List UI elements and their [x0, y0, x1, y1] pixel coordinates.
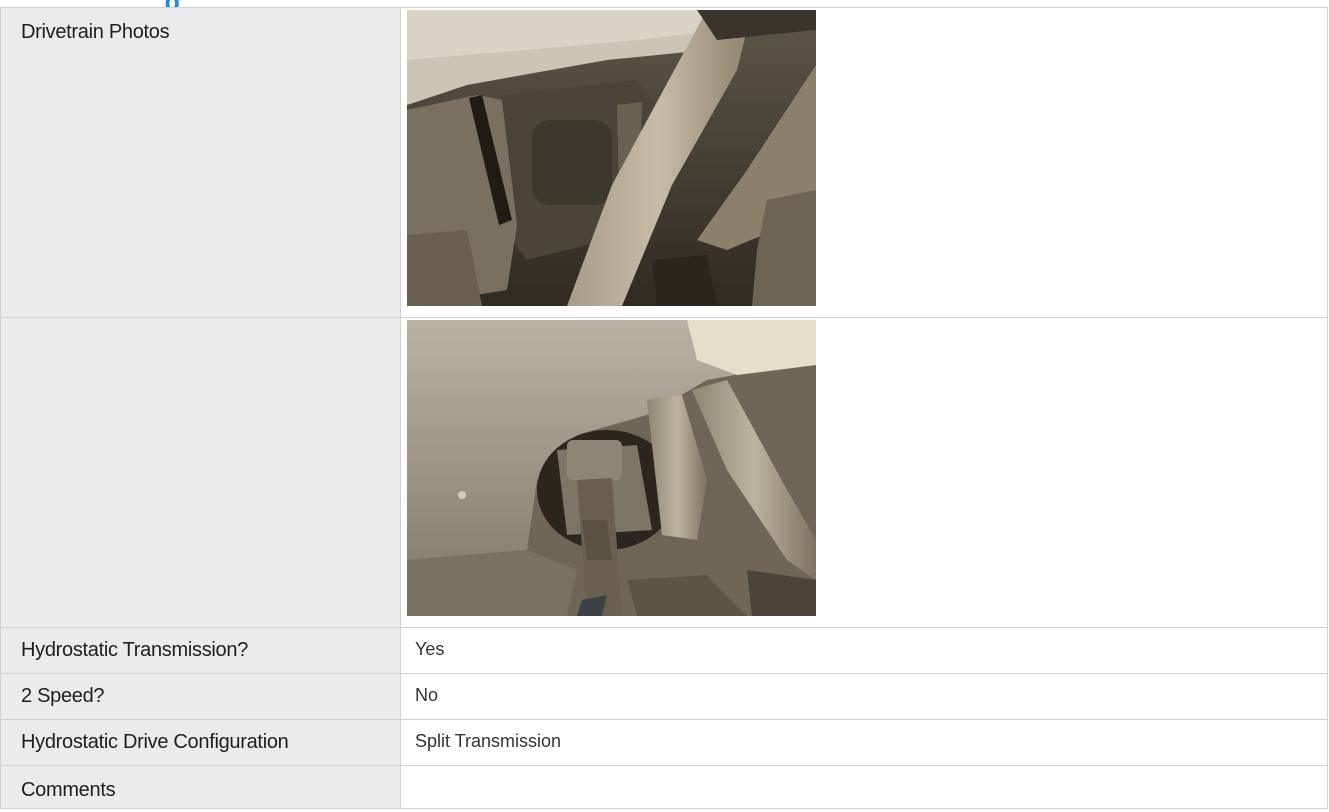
table-row: 2 Speed? No	[0, 673, 1328, 720]
photo-row-label	[1, 318, 400, 331]
row-value-cell	[400, 317, 1328, 628]
row-label-cell: 2 Speed?	[0, 673, 401, 720]
report-page: p Drivetrain Photos	[0, 0, 1329, 812]
drivetrain-photo-1[interactable]	[407, 10, 816, 306]
row-value-cell: No	[400, 673, 1328, 720]
row-label-cell: Hydrostatic Drive Configuration	[0, 719, 401, 766]
hydrostatic-transmission-value: Yes	[415, 639, 445, 659]
comments-label: Comments	[21, 779, 116, 801]
row-value-cell	[400, 7, 1328, 318]
row-label-cell: Comments	[0, 765, 401, 809]
row-value-cell	[400, 765, 1328, 809]
comments-value	[401, 766, 1327, 780]
drivetrain-table: Drivetrain Photos Hydrostatic Transmissi…	[0, 7, 1328, 809]
two-speed-value: No	[415, 685, 439, 705]
row-value-cell: Split Transmission	[400, 719, 1328, 766]
table-row: Comments	[0, 765, 1328, 809]
drivetrain-photo-2[interactable]	[407, 320, 816, 616]
row-value-cell: Yes	[400, 627, 1328, 674]
drive-configuration-value: Split Transmission	[415, 731, 562, 751]
row-label-cell	[0, 317, 401, 628]
row-label-cell: Drivetrain Photos	[0, 7, 401, 318]
table-row: Hydrostatic Transmission? Yes	[0, 627, 1328, 674]
drive-configuration-label: Hydrostatic Drive Configuration	[21, 731, 289, 753]
table-row: Hydrostatic Drive Configuration Split Tr…	[0, 719, 1328, 766]
table-row: Drivetrain Photos	[0, 7, 1328, 318]
row-label-cell: Hydrostatic Transmission?	[0, 627, 401, 674]
drivetrain-photos-label: Drivetrain Photos	[21, 21, 170, 43]
two-speed-label: 2 Speed?	[21, 685, 105, 707]
table-row	[0, 317, 1328, 628]
hydrostatic-transmission-label: Hydrostatic Transmission?	[21, 639, 249, 661]
